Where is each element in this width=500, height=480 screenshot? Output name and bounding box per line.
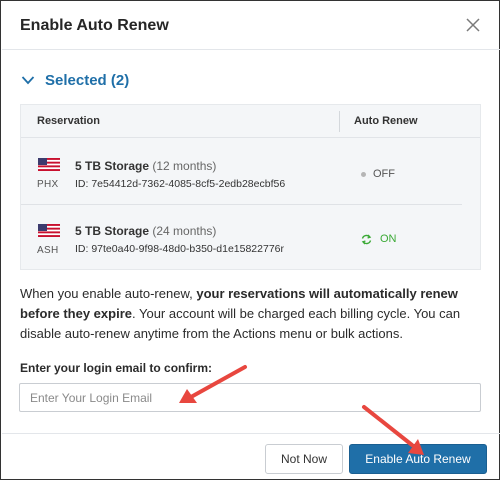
auto-renew-status-text: OFF xyxy=(373,168,395,180)
not-now-button[interactable]: Not Now xyxy=(265,444,343,474)
location-code: ASH xyxy=(37,245,59,256)
table-header: Reservation Auto Renew xyxy=(21,105,480,138)
renew-icon xyxy=(361,234,372,244)
reservation-duration: (24 months) xyxy=(152,224,217,238)
column-divider xyxy=(339,111,340,132)
selected-toggle[interactable]: Selected (2) xyxy=(21,69,129,91)
auto-renew-info-text: When you enable auto-renew, your reserva… xyxy=(20,284,485,344)
auto-renew-status-text: ON xyxy=(380,233,397,245)
us-flag-icon xyxy=(38,158,60,171)
modal-footer: Not Now Enable Auto Renew xyxy=(2,433,500,480)
login-email-input[interactable] xyxy=(19,383,481,412)
reservation-id: ID: 7e54412d-7362-4085-8cf5-2edb28ecbf56 xyxy=(75,178,286,190)
auto-renew-status: OFF xyxy=(361,168,395,180)
table-row: ASH 5 TB Storage (24 months) ID: 97te0a4… xyxy=(21,204,480,270)
reservation-id: ID: 97te0a40-9f98-48d0-b350-d1e15822776r xyxy=(75,243,285,255)
modal-header: Enable Auto Renew xyxy=(2,2,500,50)
enable-auto-renew-button[interactable]: Enable Auto Renew xyxy=(349,444,487,474)
reservation-name: 5 TB Storage (24 months) xyxy=(75,224,216,238)
location-code: PHX xyxy=(37,179,59,190)
column-header-auto-renew: Auto Renew xyxy=(354,115,418,127)
reservations-table: Reservation Auto Renew PHX 5 TB Storage … xyxy=(20,104,481,270)
reservation-product: 5 TB Storage xyxy=(75,224,150,238)
info-text-part1: When you enable auto-renew, xyxy=(20,286,197,301)
reservation-duration: (12 months) xyxy=(152,159,217,173)
table-row: PHX 5 TB Storage (12 months) ID: 7e54412… xyxy=(21,138,480,204)
close-icon[interactable] xyxy=(464,16,482,34)
reservation-product: 5 TB Storage xyxy=(75,159,150,173)
us-flag-icon xyxy=(38,224,60,237)
enable-auto-renew-modal: Enable Auto Renew Selected (2) Reservati… xyxy=(0,0,500,480)
status-dot-icon xyxy=(361,171,366,177)
modal-title: Enable Auto Renew xyxy=(20,17,169,34)
chevron-down-icon xyxy=(21,76,35,85)
column-header-reservation: Reservation xyxy=(37,115,100,127)
reservation-name: 5 TB Storage (12 months) xyxy=(75,159,216,173)
selected-count-label: Selected (2) xyxy=(45,71,130,89)
auto-renew-status: ON xyxy=(361,233,397,245)
email-confirm-label: Enter your login email to confirm: xyxy=(20,361,213,375)
